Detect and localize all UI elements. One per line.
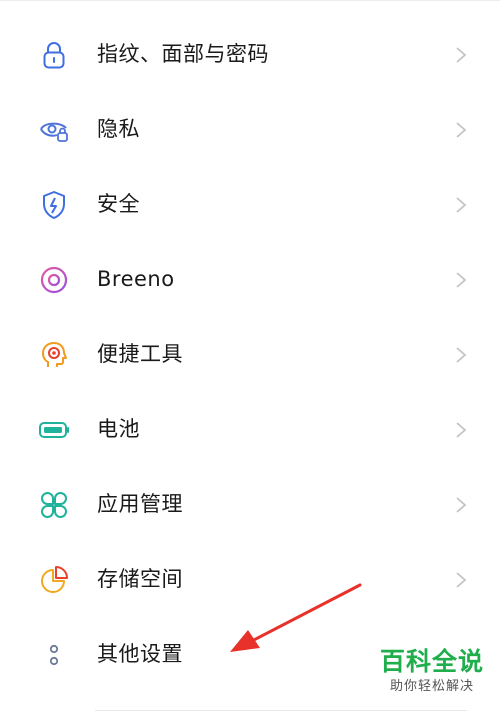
- settings-item-breeno[interactable]: Breeno: [0, 241, 500, 316]
- settings-item-label: 便捷工具: [97, 342, 183, 366]
- watermark-subtitle: 助你轻松解决: [389, 679, 474, 694]
- chevron-right-icon: [454, 45, 468, 65]
- bottom-divider: [95, 710, 467, 711]
- watermark-title: 百科全说: [379, 647, 484, 676]
- settings-item-label: 隐私: [97, 117, 140, 141]
- chevron-right-icon: [454, 420, 468, 440]
- chevron-right-icon: [454, 270, 468, 290]
- breeno-icon: [38, 264, 70, 296]
- settings-item-convenience-tools[interactable]: 便捷工具: [0, 316, 500, 391]
- chevron-right-icon: [454, 195, 468, 215]
- lock-icon: [38, 39, 70, 71]
- top-divider: [0, 0, 500, 1]
- settings-item-storage[interactable]: 存储空间: [0, 541, 500, 616]
- settings-list: 指纹、面部与密码 隐私 安全 Breeno 便捷工具 电池 应用管理 存储空间 …: [0, 16, 500, 691]
- chevron-right-icon: [454, 120, 468, 140]
- settings-item-app-management[interactable]: 应用管理: [0, 466, 500, 541]
- settings-item-battery[interactable]: 电池: [0, 391, 500, 466]
- watermark-logo: 百科全说 助你轻松解决: [368, 646, 496, 696]
- battery-icon: [38, 414, 70, 446]
- settings-item-label: 存储空间: [97, 567, 183, 591]
- settings-item-label: 指纹、面部与密码: [97, 42, 269, 66]
- settings-item-privacy[interactable]: 隐私: [0, 91, 500, 166]
- more-settings-icon: [38, 639, 70, 671]
- settings-item-label: Breeno: [97, 267, 175, 291]
- settings-item-fingerprint-face-password[interactable]: 指纹、面部与密码: [0, 16, 500, 91]
- security-shield-icon: [38, 189, 70, 221]
- settings-item-label: 电池: [97, 417, 140, 441]
- chevron-right-icon: [454, 345, 468, 365]
- settings-item-label: 应用管理: [97, 492, 183, 516]
- convenience-tools-icon: [38, 339, 70, 371]
- app-management-icon: [38, 489, 70, 521]
- chevron-right-icon: [454, 570, 468, 590]
- settings-item-label: 其他设置: [97, 642, 183, 666]
- settings-item-security[interactable]: 安全: [0, 166, 500, 241]
- settings-item-label: 安全: [97, 192, 140, 216]
- storage-pie-icon: [38, 564, 70, 596]
- chevron-right-icon: [454, 495, 468, 515]
- privacy-eye-icon: [38, 114, 70, 146]
- settings-screen: 指纹、面部与密码 隐私 安全 Breeno 便捷工具 电池 应用管理 存储空间 …: [0, 0, 500, 713]
